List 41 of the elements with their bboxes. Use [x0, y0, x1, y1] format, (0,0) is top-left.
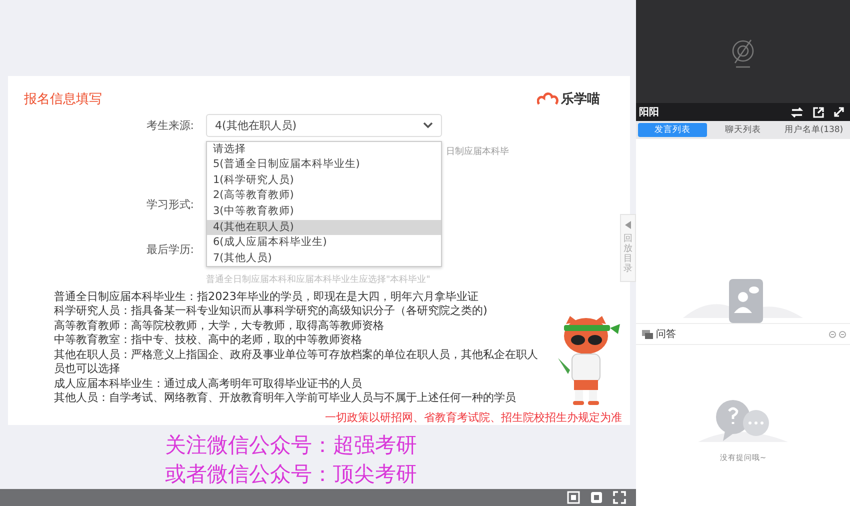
logo-text: 乐学喵 — [561, 90, 600, 108]
dropdown-option[interactable]: 3(中等教育教师) — [207, 204, 441, 220]
form-label: 考生来源: — [145, 118, 194, 133]
presenter-name: 阳阳 — [639, 106, 659, 119]
overlay-text: 或者微信公众号：顶尖考研 — [165, 460, 417, 488]
dropdown-option[interactable]: 7(其他人员) — [207, 250, 441, 266]
source-select[interactable]: 4(其他在职人员) — [206, 114, 442, 137]
popout-icon[interactable] — [813, 106, 824, 118]
dropdown-option[interactable]: 请选择 — [207, 142, 441, 158]
dropdown-option[interactable]: 5(普通全日制应届本科毕业生) — [207, 157, 441, 173]
swap-icon[interactable] — [791, 106, 803, 118]
panel-tab[interactable]: 用户名单(138) — [779, 123, 848, 137]
note-text: 其他人员：自学考试、网络教育、开放教育明年入学前可毕业人员与不属于上述任何一种的学员 — [54, 391, 517, 406]
chat-icon — [642, 330, 653, 338]
note-text: 科学研究人员：指具备某一科专业知识而从事科学研究的高级知识分子（各研究院之类的) — [54, 304, 488, 319]
note-text: 中等教育教室：指中专、技校、高中的老师，取的中等教师资格 — [54, 333, 363, 348]
expand-icon[interactable] — [834, 107, 844, 117]
overlay-text: 关注微信公众号：超强考研 — [165, 432, 417, 459]
caret-left-icon — [625, 221, 631, 229]
chevron-down-icon — [423, 122, 433, 129]
cloud-logo-icon — [537, 92, 559, 106]
form-label: 学习形式: — [145, 196, 194, 212]
screenshot-icon[interactable] — [567, 490, 580, 504]
note-text: 高等教育教师：高等院校教师，大学，大专教师，取得高等教师资格 — [54, 318, 385, 334]
dropdown-option[interactable]: 6(成人应届本科毕业生) — [207, 235, 441, 251]
slide-title: 报名信息填写 — [24, 90, 102, 108]
form-label: 最后学历: — [145, 242, 194, 257]
camera-off-icon — [730, 38, 756, 68]
disclaimer-text: 一切政策以研招网、省教育考试院、招生院校招生办规定为准 — [324, 410, 622, 425]
panel-tab[interactable]: 聊天列表 — [708, 123, 778, 137]
note-text: 普通全日制应届本科毕业生：指2023年毕业的学员，即现在是大四，明年六月拿毕业证 — [54, 290, 480, 304]
qa-title: 问答 — [656, 328, 676, 341]
note-text: 成人应届本科毕业生：通过成人高考明年可取得毕业证书的人员 — [54, 376, 363, 392]
window-icon[interactable] — [590, 490, 603, 504]
dropdown-option[interactable]: 1(科学研究人员) — [207, 172, 441, 188]
hint-text: 普通全日制应届本科和应届本科毕业生应选择"本科毕业" — [206, 273, 430, 286]
hint-text: 日制应届本科毕 — [446, 146, 509, 158]
dropdown-option[interactable]: 4(其他在职人员) — [207, 220, 441, 236]
note-text: 其他在职人员：严格意义上指国企、政府及事业单位等可存放档案的单位在职人员，其他私企在职人员也可以选择 — [54, 348, 539, 377]
dropdown-option[interactable]: 2(高等教育教师) — [207, 188, 441, 204]
fullscreen-icon[interactable] — [613, 490, 626, 504]
